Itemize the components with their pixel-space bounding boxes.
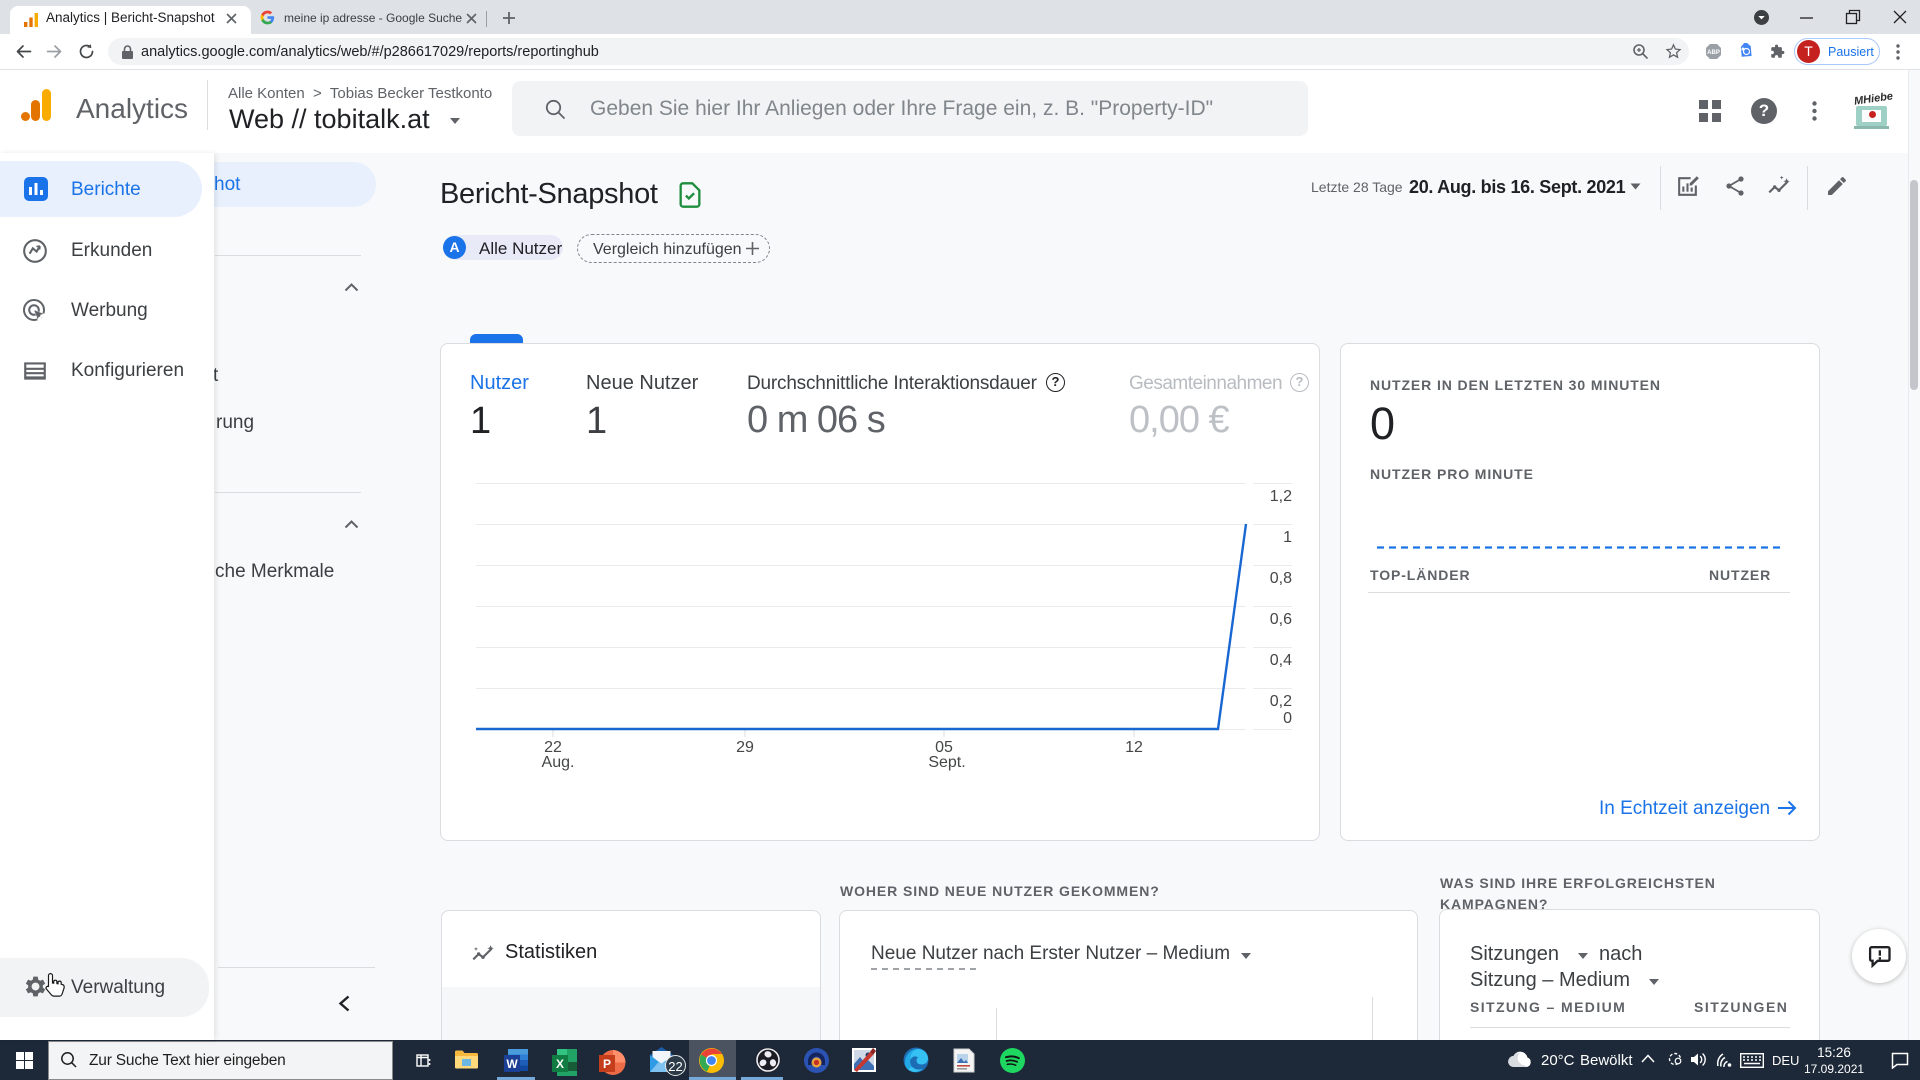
svg-text:1,2: 1,2 bbox=[1270, 488, 1292, 505]
svg-text:0: 0 bbox=[1283, 710, 1292, 727]
svg-text:0,2: 0,2 bbox=[1270, 693, 1292, 710]
svg-text:1: 1 bbox=[1283, 529, 1292, 546]
svg-text:29: 29 bbox=[736, 739, 754, 756]
svg-text:X: X bbox=[556, 1057, 564, 1071]
svg-text:0,8: 0,8 bbox=[1270, 570, 1292, 587]
svg-text:12: 12 bbox=[1125, 739, 1143, 756]
svg-text:ABP: ABP bbox=[1707, 50, 1720, 56]
svg-text:0,4: 0,4 bbox=[1270, 652, 1292, 669]
svg-text:Aug.: Aug. bbox=[542, 754, 575, 771]
svg-text:W: W bbox=[506, 1057, 518, 1071]
svg-text:0,6: 0,6 bbox=[1270, 611, 1292, 628]
svg-text:Sept.: Sept. bbox=[928, 754, 965, 771]
svg-text:P: P bbox=[603, 1057, 611, 1071]
